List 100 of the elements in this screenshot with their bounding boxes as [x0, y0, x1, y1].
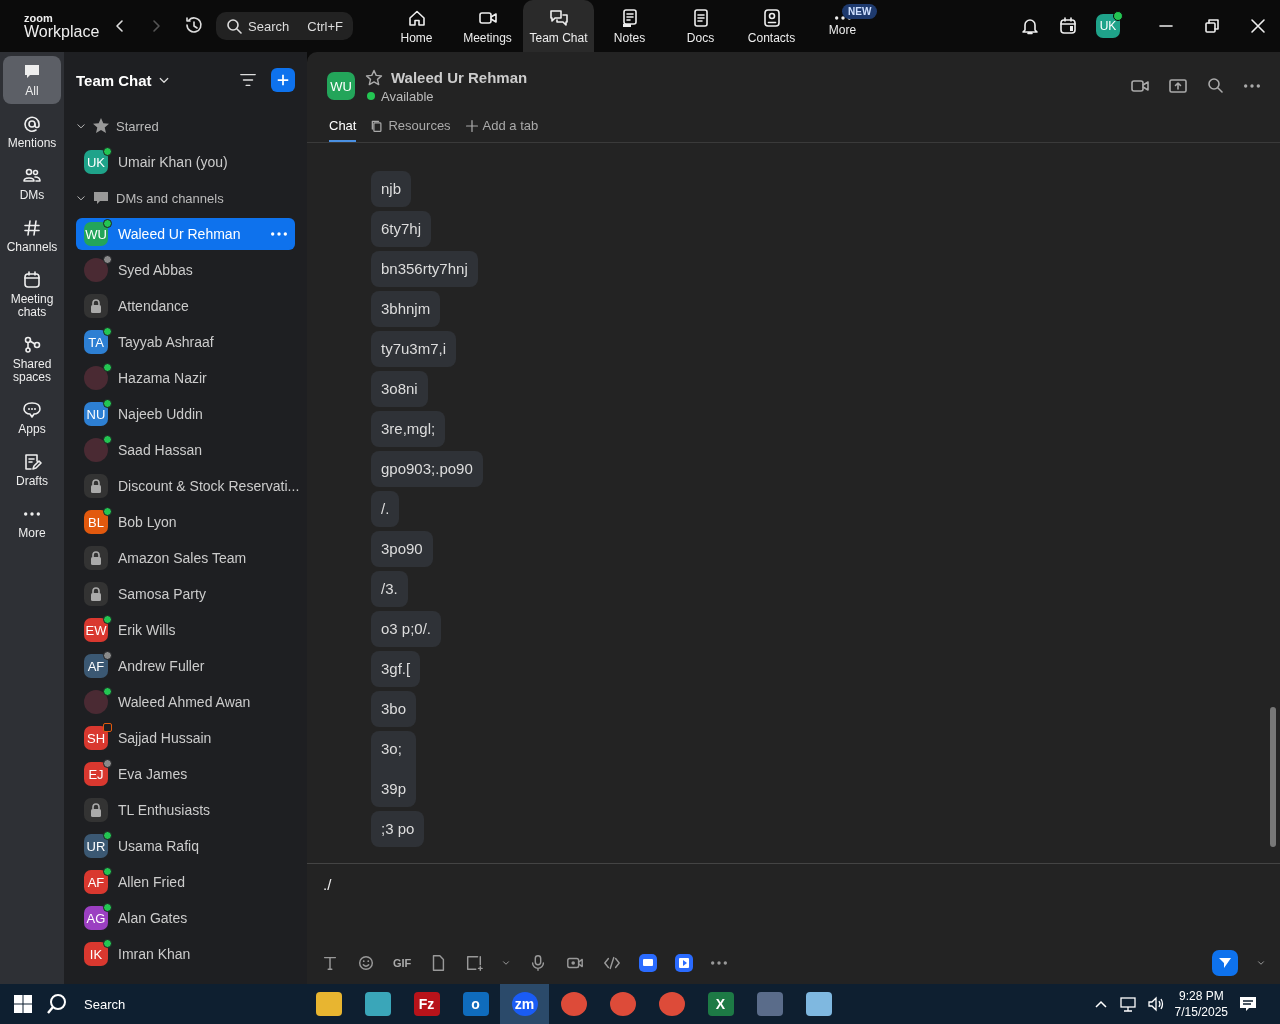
message-bubble: o3 p;0/. — [371, 611, 442, 647]
sidebar-tab[interactable]: Shared spaces — [3, 329, 61, 390]
search-field[interactable]: Search Ctrl+F — [216, 12, 353, 40]
sidebar-tab[interactable]: Meeting chats — [3, 264, 61, 325]
app-icon[interactable] — [675, 954, 694, 972]
filter-icon[interactable] — [239, 71, 257, 89]
nav-tab[interactable]: Contacts — [736, 0, 807, 52]
app-icon[interactable] — [639, 954, 658, 972]
share-screen-icon[interactable] — [1168, 76, 1188, 96]
clock[interactable]: 9:28 PM 7/15/2025 — [1174, 988, 1228, 1020]
calendar-icon[interactable] — [1058, 16, 1078, 36]
chat-list-item[interactable]: IK Imran Khan — [76, 938, 295, 970]
chat-tab[interactable]: Add a tab — [464, 112, 539, 142]
nav-tab[interactable]: Team Chat — [523, 0, 594, 52]
chat-list-item[interactable]: SH Sajjad Hussain — [76, 722, 295, 754]
message-bubble: ty7u3m7,i — [371, 331, 457, 367]
code-icon[interactable] — [603, 954, 622, 972]
chat-list-item[interactable]: Saad Hassan — [76, 434, 295, 466]
chat-list-item[interactable]: UK Umair Khan (you) — [76, 146, 295, 178]
sidebar-tab[interactable]: Channels — [3, 212, 61, 260]
screenshot-icon[interactable] — [465, 954, 484, 972]
emoji-icon[interactable] — [357, 954, 375, 972]
more-icon[interactable] — [1244, 84, 1260, 88]
section-header[interactable]: Starred — [76, 108, 295, 144]
nav-tab[interactable]: Home — [381, 0, 452, 52]
add-button[interactable] — [271, 68, 295, 92]
sidebar-tab[interactable]: Drafts — [3, 446, 61, 494]
browser-icon — [560, 992, 587, 1016]
star-icon — [92, 117, 110, 135]
section-header[interactable]: DMs and channels — [76, 180, 295, 216]
sidebar-tab[interactable]: All — [3, 56, 61, 104]
search-icon — [226, 18, 242, 34]
taskbar-button[interactable]: zm — [500, 984, 549, 1024]
taskbar-button[interactable]: X — [696, 984, 745, 1024]
restore-icon[interactable] — [1204, 18, 1220, 34]
star-icon[interactable] — [365, 68, 383, 87]
sidebar-tab[interactable]: Mentions — [3, 108, 61, 156]
search-icon[interactable] — [46, 993, 68, 1015]
chat-list-item[interactable]: Waleed Ahmed Awan — [76, 686, 295, 718]
sidebar-tab[interactable]: Apps — [3, 394, 61, 442]
chat-list-item[interactable]: BL Bob Lyon — [76, 506, 295, 538]
message-input[interactable]: ./ — [321, 874, 725, 895]
chat-bubbles-icon — [548, 7, 569, 28]
chat-list-item[interactable]: AF Andrew Fuller — [76, 650, 295, 682]
taskbar-search[interactable]: Search — [84, 996, 126, 1012]
plus-icon — [464, 118, 479, 133]
more-icon[interactable] — [711, 961, 728, 965]
message-bubble: 3po90 — [371, 531, 433, 567]
taskbar-button[interactable]: o — [451, 984, 500, 1024]
chat-list-item[interactable]: AF Allen Fried — [76, 866, 295, 898]
chat-list-item[interactable]: WU Waleed Ur Rehman — [76, 218, 295, 250]
sidebar-tab[interactable]: More — [3, 498, 61, 546]
nav-tab[interactable]: Notes — [594, 0, 665, 52]
chat-tab[interactable]: Chat — [329, 112, 357, 142]
gif-button[interactable]: GIF — [393, 957, 412, 969]
more-icon[interactable] — [271, 232, 287, 236]
message-bubble: 6ty7hj — [371, 211, 432, 247]
status-dot — [367, 92, 375, 100]
text-format-icon[interactable] — [321, 954, 339, 972]
chat-list-item[interactable]: EW Erik Wills — [76, 614, 295, 646]
speech-bubble-icon — [22, 400, 42, 420]
network-icon[interactable] — [1118, 995, 1137, 1013]
edit-note-icon — [22, 452, 42, 472]
folder-icon — [315, 992, 342, 1016]
hash-icon — [22, 218, 42, 238]
chat-list-item[interactable]: UR Usama Rafiq — [76, 830, 295, 862]
nav-tab[interactable]: Docs — [665, 0, 736, 52]
send-button[interactable] — [1212, 950, 1238, 976]
chat-list-item[interactable]: AG Alan Gates — [76, 902, 295, 934]
chat-list-item[interactable]: Hazama Nazir — [76, 362, 295, 394]
message-bubble: 3o; 39p — [371, 731, 417, 807]
history-icon[interactable] — [184, 16, 204, 36]
chat-list-item[interactable]: Syed Abbas — [76, 254, 295, 286]
nav-tab[interactable]: NEW More — [807, 0, 878, 52]
close-icon[interactable] — [1250, 18, 1266, 34]
gem-icon — [364, 992, 391, 1016]
notification-icon[interactable] — [1238, 994, 1258, 1014]
panel-title: Team Chat — [76, 71, 152, 89]
scrollbar-thumb[interactable] — [1270, 707, 1276, 847]
chat-list-item[interactable]: EJ Eva James — [76, 758, 295, 790]
nav-tab[interactable]: Meetings — [452, 0, 523, 52]
chat-list-item[interactable]: Attendance — [76, 290, 295, 322]
windows-logo-icon[interactable] — [14, 995, 32, 1013]
app-icon: Fz — [413, 992, 440, 1016]
plus-icon — [276, 73, 290, 87]
chat-list-item[interactable]: NU Najeeb Uddin — [76, 398, 295, 430]
bell-icon[interactable] — [1020, 16, 1040, 36]
chat-list-item[interactable]: TA Tayyab Ashraaf — [76, 326, 295, 358]
chat-list-item[interactable]: TL Enthusiasts — [76, 794, 295, 826]
speaker-icon[interactable] — [1146, 995, 1165, 1013]
message-bubble: /. — [371, 491, 400, 527]
chevron-down-icon — [76, 193, 86, 203]
taskbar-button[interactable]: Fz — [402, 984, 451, 1024]
chat-list-item[interactable]: Amazon Sales Team — [76, 542, 295, 574]
chat-tab[interactable]: Resources — [370, 112, 451, 142]
chat-bubble-icon — [92, 189, 110, 207]
chat-list-item[interactable]: Samosa Party — [76, 578, 295, 610]
at-sign-icon — [22, 114, 42, 134]
search-icon[interactable] — [1206, 76, 1226, 96]
sidebar-tab[interactable]: DMs — [3, 160, 61, 208]
